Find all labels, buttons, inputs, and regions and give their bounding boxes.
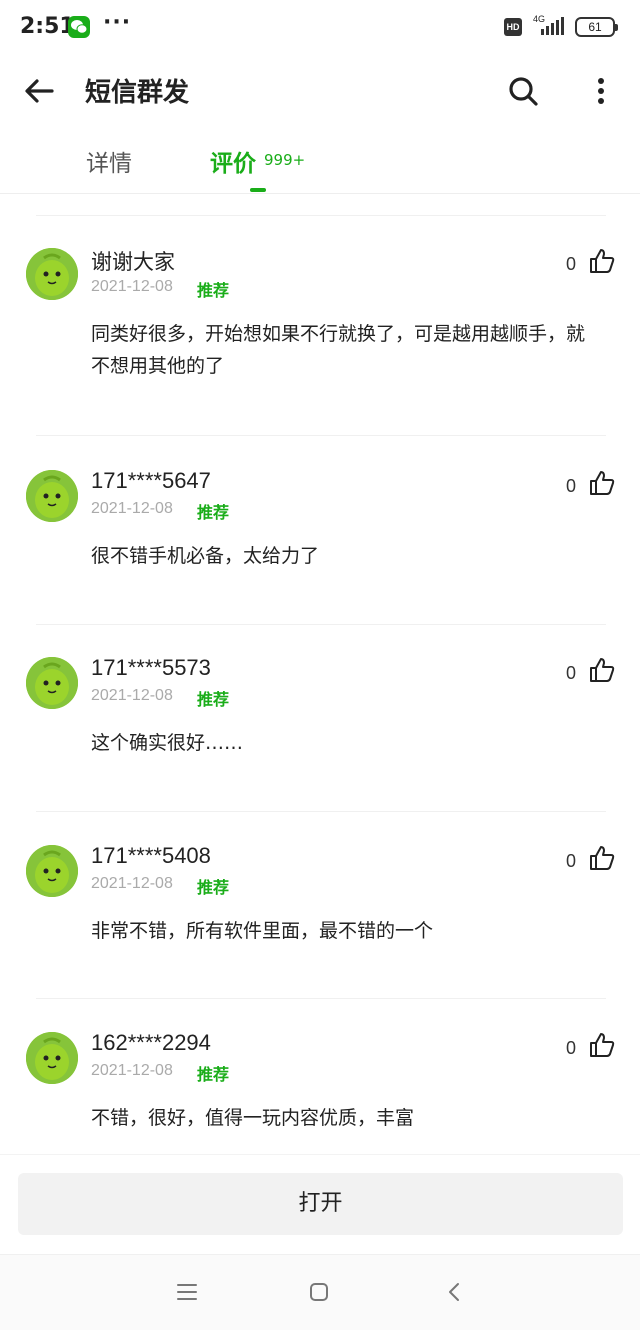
thumbs-up-icon[interactable] <box>589 470 615 496</box>
status-bar: 2:51 ··· HD 4G 61 <box>0 0 640 56</box>
status-time: 2:51 <box>20 14 75 39</box>
home-icon[interactable] <box>308 1281 330 1307</box>
notification-more-icon: ··· <box>103 10 132 35</box>
divider <box>36 624 606 625</box>
review-date: 2021-12-08 <box>91 278 173 295</box>
review-date: 2021-12-08 <box>91 500 173 517</box>
back-arrow-icon[interactable] <box>22 74 56 108</box>
back-icon[interactable] <box>444 1281 466 1307</box>
wechat-icon <box>68 16 90 38</box>
reviewer-name: 162****2294 <box>91 1030 211 1055</box>
hd-badge: HD <box>504 18 522 36</box>
review-text: 这个确实很好…… <box>91 732 244 754</box>
search-icon[interactable] <box>506 74 540 108</box>
page-title: 短信群发 <box>85 78 190 108</box>
system-nav-bar <box>0 1254 640 1330</box>
divider <box>36 998 606 999</box>
like-count: 0 <box>566 851 577 871</box>
signal-icon <box>541 16 567 40</box>
reviewer-name: 171****5408 <box>91 843 211 868</box>
bottom-action-bar: 打开 <box>0 1154 640 1254</box>
thumbs-up-icon[interactable] <box>589 1032 615 1058</box>
review-date: 2021-12-08 <box>91 875 173 892</box>
avatar <box>26 845 78 897</box>
divider <box>36 811 606 812</box>
tab-reviews[interactable]: 评价 <box>210 144 256 178</box>
recommend-tag: 推荐 <box>197 503 230 522</box>
active-tab-indicator <box>250 188 266 192</box>
review-date: 2021-12-08 <box>91 687 173 704</box>
menu-icon[interactable] <box>176 1281 198 1307</box>
like-count: 0 <box>566 254 577 274</box>
like-count: 0 <box>566 663 577 683</box>
thumbs-up-icon[interactable] <box>589 845 615 871</box>
divider <box>36 215 606 216</box>
avatar <box>26 470 78 522</box>
more-vertical-icon[interactable] <box>588 74 614 108</box>
reviewer-name: 谢谢大家 <box>91 250 175 274</box>
thumbs-up-icon[interactable] <box>589 248 615 274</box>
avatar <box>26 248 78 300</box>
battery-indicator: 61 <box>575 17 618 37</box>
like-count: 0 <box>566 476 577 496</box>
avatar <box>26 657 78 709</box>
app-header: 短信群发 <box>0 56 640 126</box>
reviewer-name: 171****5573 <box>91 655 211 680</box>
like-count: 0 <box>566 1038 577 1058</box>
review-text: 很不错手机必备，太给力了 <box>91 545 320 567</box>
open-button[interactable]: 打开 <box>18 1173 623 1235</box>
thumbs-up-icon[interactable] <box>589 657 615 683</box>
review-date: 2021-12-08 <box>91 1062 173 1079</box>
tab-details[interactable]: 详情 <box>86 144 132 178</box>
avatar <box>26 1032 78 1084</box>
tab-bar: 详情 评价 999+ <box>0 126 640 194</box>
review-text: 同类好很多，开始想如果不行就换了，可是越用越顺手，就不想用其他的了 <box>91 323 586 377</box>
review-count-badge: 999+ <box>264 151 306 169</box>
divider <box>36 435 606 436</box>
review-text: 不错，很好，值得一玩内容优质，丰富 <box>91 1107 415 1129</box>
recommend-tag: 推荐 <box>197 281 230 300</box>
reviewer-name: 171****5647 <box>91 468 211 493</box>
review-text: 非常不错，所有软件里面，最不错的一个 <box>91 920 434 942</box>
recommend-tag: 推荐 <box>197 1065 230 1084</box>
recommend-tag: 推荐 <box>197 690 230 709</box>
recommend-tag: 推荐 <box>197 878 230 897</box>
